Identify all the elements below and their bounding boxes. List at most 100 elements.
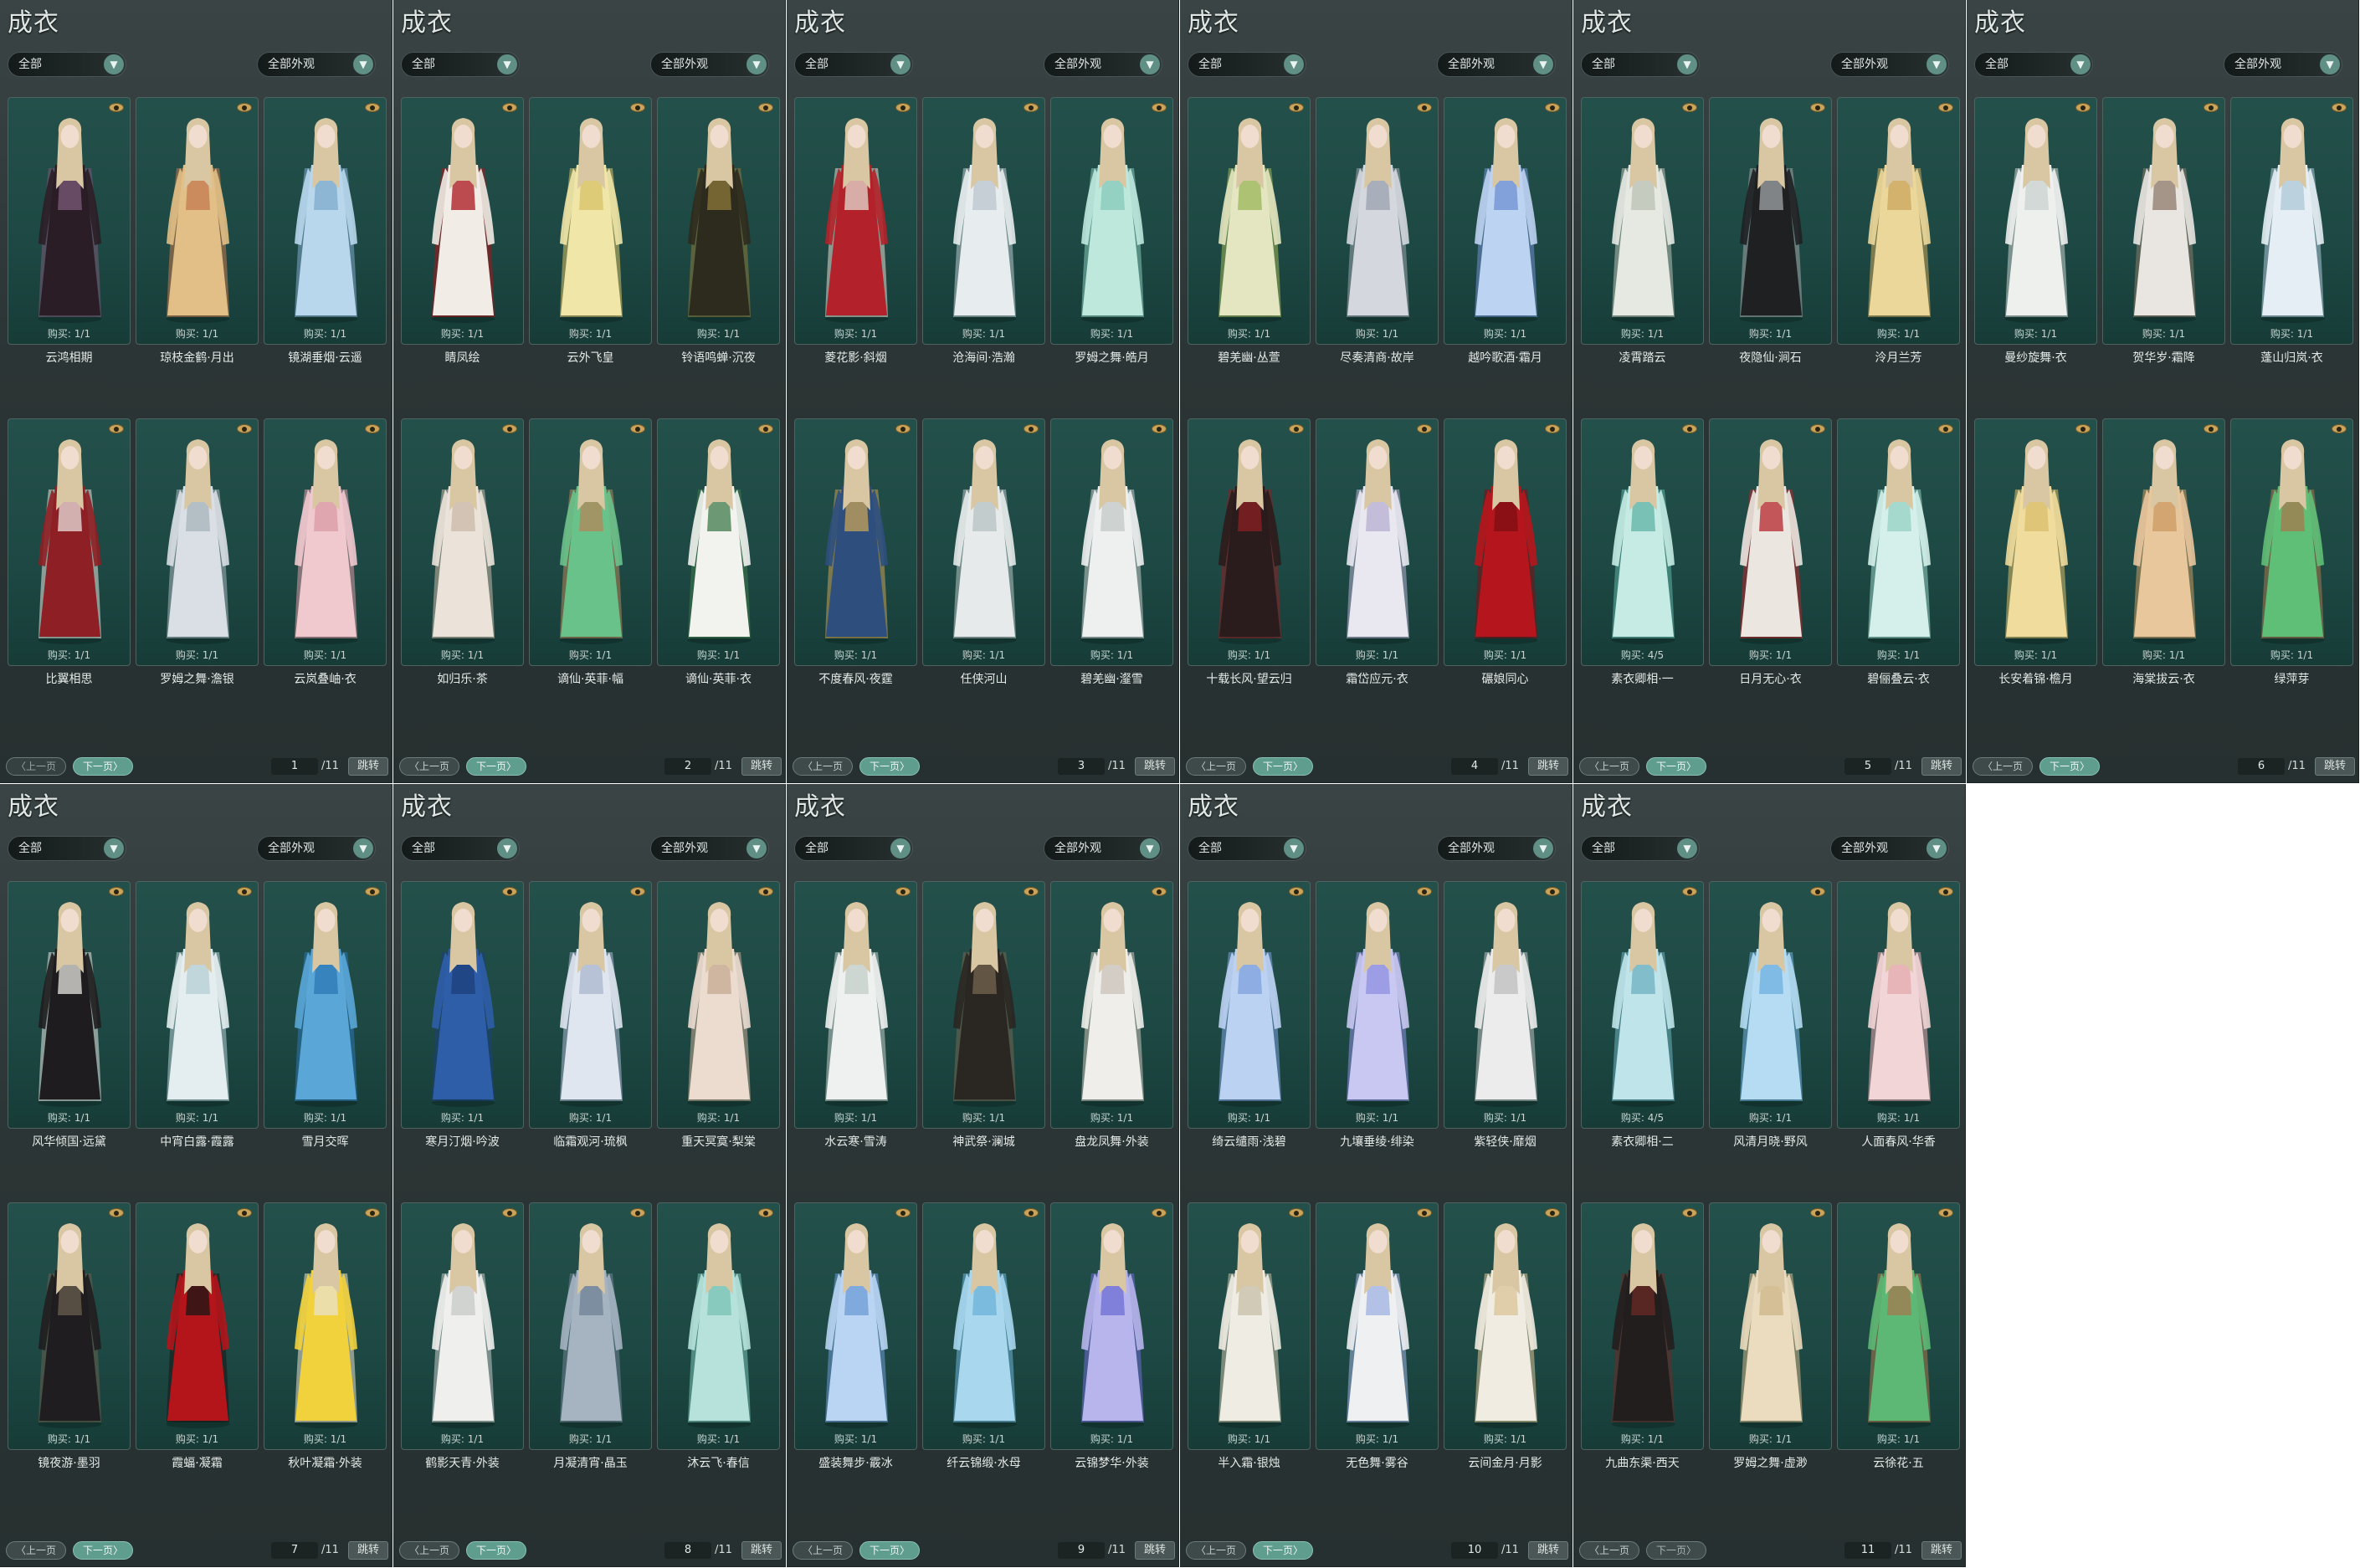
outfit-card[interactable]: 购买: 1/1 (1837, 881, 1960, 1129)
outfit-card[interactable]: 购买: 1/1 (1974, 97, 2097, 345)
page-number-input[interactable]: 1 (271, 758, 318, 775)
preview-eye-icon[interactable] (1810, 424, 1825, 433)
next-page-button[interactable]: 下一页〉 (73, 757, 133, 776)
preview-eye-icon[interactable] (630, 424, 645, 433)
next-page-button[interactable]: 下一页〉 (1646, 757, 1706, 776)
next-page-button[interactable]: 下一页〉 (466, 1541, 526, 1560)
outfit-card[interactable]: 购买: 1/1 (1316, 881, 1439, 1129)
outfit-card[interactable]: 购买: 1/1 (1050, 97, 1173, 345)
preview-eye-icon[interactable] (1938, 424, 1953, 433)
preview-eye-icon[interactable] (365, 103, 380, 112)
outfit-card[interactable]: 购买: 1/1 (922, 1202, 1045, 1450)
preview-eye-icon[interactable] (1938, 887, 1953, 896)
prev-page-button[interactable]: 〈上一页 (6, 757, 66, 776)
next-page-button[interactable]: 下一页〉 (859, 757, 920, 776)
outfit-card[interactable]: 购买: 1/1 (1581, 1202, 1704, 1450)
preview-eye-icon[interactable] (895, 887, 911, 896)
category-filter-dropdown[interactable]: 全部 ▼ (794, 52, 913, 77)
preview-eye-icon[interactable] (237, 424, 252, 433)
jump-button[interactable]: 跳转 (1921, 757, 1962, 776)
prev-page-button[interactable]: 〈上一页 (399, 757, 459, 776)
appearance-filter-dropdown[interactable]: 全部外观 ▼ (257, 836, 376, 861)
outfit-card[interactable]: 购买: 1/1 (794, 881, 917, 1129)
page-number-input[interactable]: 11 (1844, 1542, 1891, 1559)
outfit-card[interactable]: 购买: 1/1 (1444, 1202, 1567, 1450)
preview-eye-icon[interactable] (2075, 103, 2091, 112)
outfit-card[interactable]: 购买: 1/1 (1444, 97, 1567, 345)
outfit-card[interactable]: 购买: 1/1 (922, 881, 1045, 1129)
page-number-input[interactable]: 6 (2238, 758, 2285, 775)
outfit-card[interactable]: 购买: 1/1 (657, 97, 780, 345)
category-filter-dropdown[interactable]: 全部 ▼ (1974, 52, 2093, 77)
preview-eye-icon[interactable] (237, 1208, 252, 1217)
outfit-card[interactable]: 购买: 1/1 (529, 418, 652, 666)
outfit-card[interactable]: 购买: 1/1 (1316, 1202, 1439, 1450)
category-filter-dropdown[interactable]: 全部 ▼ (1581, 836, 1700, 861)
preview-eye-icon[interactable] (1289, 103, 1304, 112)
page-number-input[interactable]: 7 (271, 1542, 318, 1559)
outfit-card[interactable]: 购买: 1/1 (529, 881, 652, 1129)
preview-eye-icon[interactable] (2204, 103, 2219, 112)
preview-eye-icon[interactable] (895, 424, 911, 433)
page-number-input[interactable]: 5 (1844, 758, 1891, 775)
outfit-card[interactable]: 购买: 1/1 (1709, 881, 1832, 1129)
prev-page-button[interactable]: 〈上一页 (399, 1541, 459, 1560)
outfit-card[interactable]: 购买: 1/1 (1050, 881, 1173, 1129)
outfit-card[interactable]: 购买: 4/5 (1581, 881, 1704, 1129)
prev-page-button[interactable]: 〈上一页 (1973, 757, 2033, 776)
outfit-card[interactable]: 购买: 1/1 (8, 1202, 131, 1450)
jump-button[interactable]: 跳转 (1135, 1541, 1175, 1560)
outfit-card[interactable]: 购买: 1/1 (1974, 418, 2097, 666)
prev-page-button[interactable]: 〈上一页 (793, 1541, 853, 1560)
outfit-card[interactable]: 购买: 1/1 (8, 881, 131, 1129)
outfit-card[interactable]: 购买: 1/1 (1050, 1202, 1173, 1450)
appearance-filter-dropdown[interactable]: 全部外观 ▼ (650, 52, 769, 77)
jump-button[interactable]: 跳转 (348, 757, 388, 776)
preview-eye-icon[interactable] (2075, 424, 2091, 433)
outfit-card[interactable]: 购买: 1/1 (1188, 881, 1311, 1129)
preview-eye-icon[interactable] (1152, 103, 1167, 112)
preview-eye-icon[interactable] (2204, 424, 2219, 433)
outfit-card[interactable]: 购买: 1/1 (2230, 418, 2353, 666)
preview-eye-icon[interactable] (1682, 887, 1697, 896)
preview-eye-icon[interactable] (1417, 1208, 1432, 1217)
preview-eye-icon[interactable] (1545, 103, 1560, 112)
preview-eye-icon[interactable] (1682, 424, 1697, 433)
preview-eye-icon[interactable] (1289, 887, 1304, 896)
prev-page-button[interactable]: 〈上一页 (6, 1541, 66, 1560)
outfit-card[interactable]: 购买: 1/1 (922, 418, 1045, 666)
jump-button[interactable]: 跳转 (2315, 757, 2355, 776)
next-page-button[interactable]: 下一页〉 (1646, 1541, 1706, 1560)
prev-page-button[interactable]: 〈上一页 (1186, 1541, 1246, 1560)
next-page-button[interactable]: 下一页〉 (1253, 1541, 1313, 1560)
preview-eye-icon[interactable] (1289, 1208, 1304, 1217)
outfit-card[interactable]: 购买: 4/5 (1581, 418, 1704, 666)
appearance-filter-dropdown[interactable]: 全部外观 ▼ (1044, 52, 1162, 77)
appearance-filter-dropdown[interactable]: 全部外观 ▼ (1437, 836, 1556, 861)
jump-button[interactable]: 跳转 (1528, 1541, 1568, 1560)
appearance-filter-dropdown[interactable]: 全部外观 ▼ (650, 836, 769, 861)
outfit-card[interactable]: 购买: 1/1 (136, 97, 259, 345)
appearance-filter-dropdown[interactable]: 全部外观 ▼ (1437, 52, 1556, 77)
outfit-card[interactable]: 购买: 1/1 (657, 881, 780, 1129)
outfit-card[interactable]: 购买: 1/1 (794, 418, 917, 666)
appearance-filter-dropdown[interactable]: 全部外观 ▼ (1830, 836, 1949, 861)
outfit-card[interactable]: 购买: 1/1 (794, 1202, 917, 1450)
preview-eye-icon[interactable] (1024, 887, 1039, 896)
preview-eye-icon[interactable] (365, 1208, 380, 1217)
preview-eye-icon[interactable] (365, 424, 380, 433)
preview-eye-icon[interactable] (502, 424, 517, 433)
page-number-input[interactable]: 9 (1058, 1542, 1105, 1559)
prev-page-button[interactable]: 〈上一页 (793, 757, 853, 776)
next-page-button[interactable]: 下一页〉 (2039, 757, 2100, 776)
preview-eye-icon[interactable] (895, 103, 911, 112)
preview-eye-icon[interactable] (1938, 103, 1953, 112)
jump-button[interactable]: 跳转 (1528, 757, 1568, 776)
preview-eye-icon[interactable] (1417, 887, 1432, 896)
outfit-card[interactable]: 购买: 1/1 (264, 97, 387, 345)
appearance-filter-dropdown[interactable]: 全部外观 ▼ (1830, 52, 1949, 77)
prev-page-button[interactable]: 〈上一页 (1186, 757, 1246, 776)
outfit-card[interactable]: 购买: 1/1 (1444, 418, 1567, 666)
outfit-card[interactable]: 购买: 1/1 (1581, 97, 1704, 345)
outfit-card[interactable]: 购买: 1/1 (2102, 97, 2225, 345)
